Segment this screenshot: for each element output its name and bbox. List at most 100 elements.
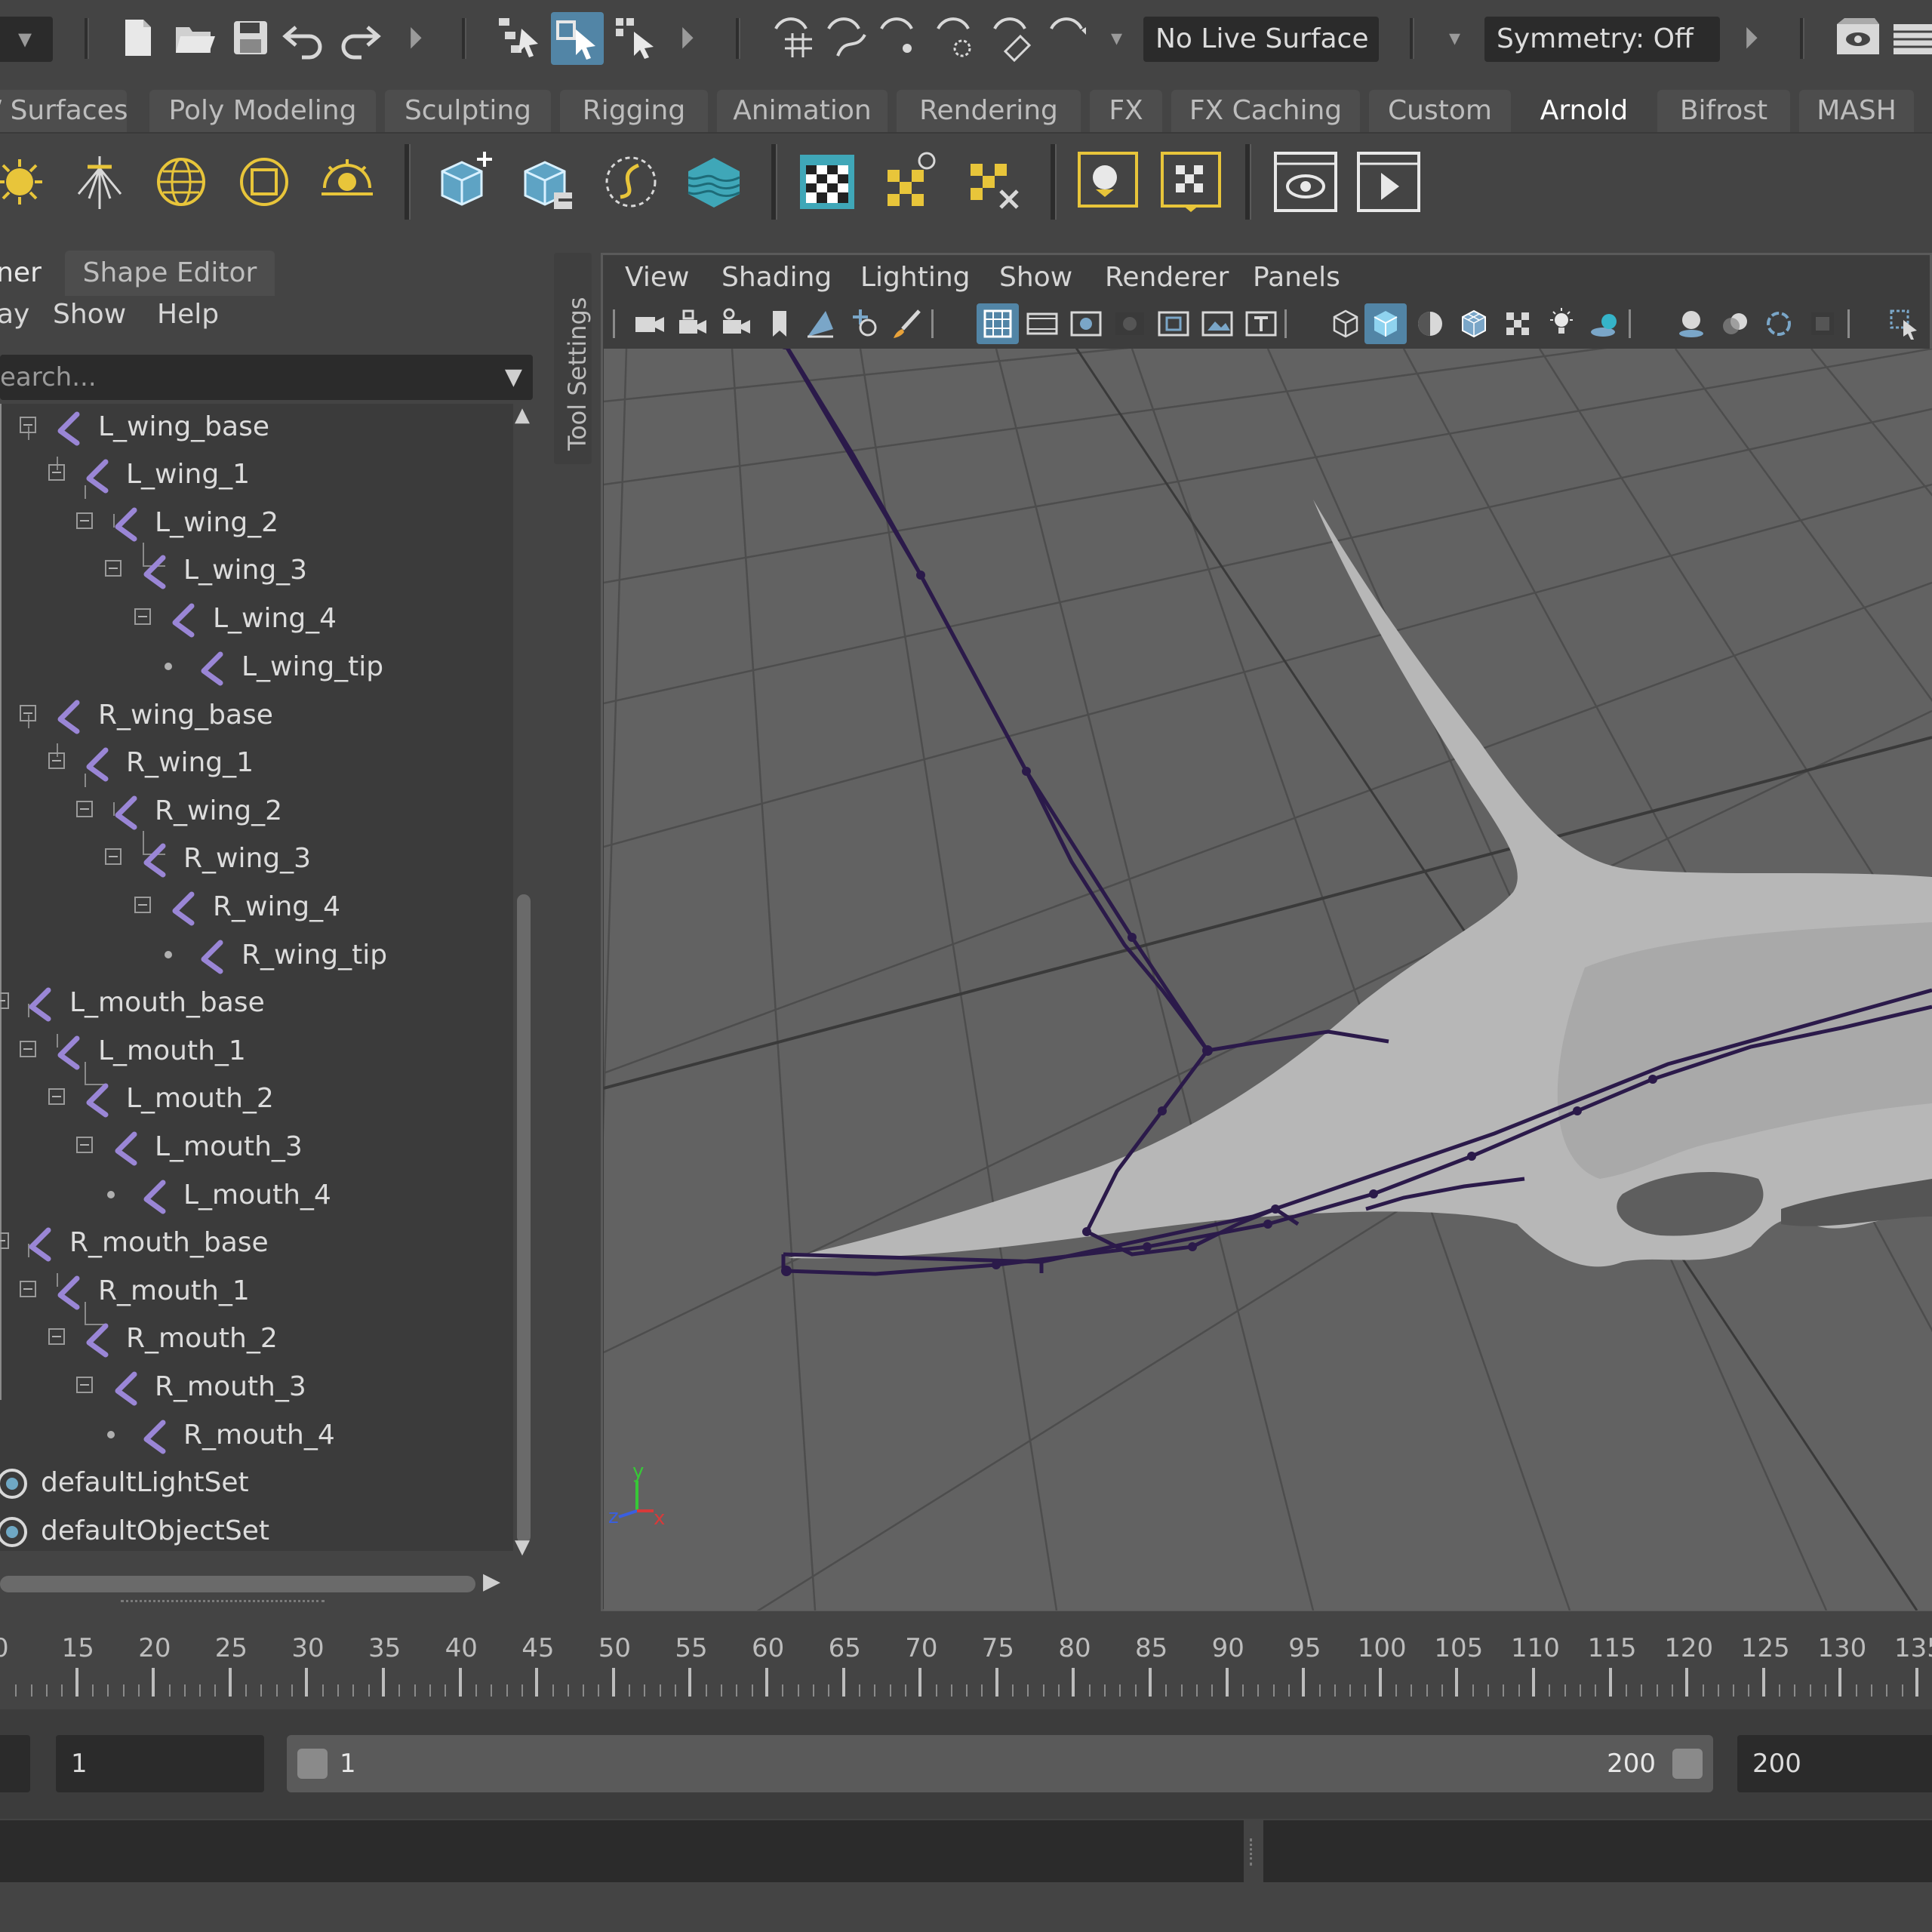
select-by-component-icon[interactable]: [611, 14, 660, 62]
menu-shading[interactable]: Shading: [721, 257, 832, 299]
light-manager-icon[interactable]: [1075, 149, 1141, 215]
undo-icon[interactable]: [279, 14, 328, 62]
range-slider[interactable]: 1 200: [287, 1735, 1713, 1792]
viewport-scene[interactable]: y z x: [604, 349, 1932, 1611]
animation-start-field[interactable]: [0, 1735, 30, 1792]
list-item[interactable]: R_mouth_4: [0, 1412, 513, 1460]
snap-to-projected-center-icon[interactable]: [1045, 14, 1094, 62]
wireframe-on-shaded-icon[interactable]: [1457, 306, 1491, 341]
tab-bifrost[interactable]: Bifrost: [1657, 90, 1790, 132]
list-item[interactable]: R_mouth_base: [0, 1220, 513, 1267]
select-by-hierarchy-icon[interactable]: [494, 14, 543, 62]
smooth-shade-button[interactable]: [1364, 303, 1407, 344]
make-live-icon[interactable]: [989, 14, 1037, 62]
tab-fx[interactable]: FX: [1090, 90, 1162, 132]
snap-to-curve-icon[interactable]: [823, 14, 871, 62]
volume-icon[interactable]: [681, 149, 747, 215]
depth-of-field-icon[interactable]: [1805, 306, 1840, 341]
scrollbar-thumb[interactable]: [517, 894, 531, 1543]
collapse-icon[interactable]: [48, 752, 65, 769]
list-item[interactable]: defaultLightSet: [0, 1460, 513, 1507]
collapse-icon[interactable]: [20, 1281, 36, 1297]
collapse-icon[interactable]: [48, 1088, 65, 1105]
menu-display[interactable]: ay: [0, 291, 29, 339]
anti-aliasing-icon[interactable]: [1761, 306, 1796, 341]
command-line-splitter[interactable]: [1250, 1838, 1255, 1866]
image-plane-icon[interactable]: [803, 306, 838, 341]
select-by-object-button[interactable]: [551, 12, 604, 65]
export-standin-icon[interactable]: [515, 149, 581, 215]
camera-attributes-icon[interactable]: [720, 306, 755, 341]
use-all-lights-icon[interactable]: [1544, 306, 1579, 341]
list-item[interactable]: L_wing_1: [0, 451, 513, 499]
list-item[interactable]: R_mouth_3: [0, 1364, 513, 1411]
snap-options-dropdown[interactable]: ▾: [1111, 17, 1126, 60]
menu-renderer[interactable]: Renderer: [1105, 257, 1229, 299]
tab-arnold[interactable]: Arnold: [1520, 90, 1648, 132]
collapse-icon[interactable]: [105, 560, 122, 577]
live-surface-field[interactable]: No Live Surface: [1143, 17, 1379, 62]
collapse-icon[interactable]: [0, 992, 9, 1009]
list-item[interactable]: L_mouth_1: [0, 1028, 513, 1075]
tool-settings-tab[interactable]: Tool Settings: [554, 253, 592, 464]
field-chart-icon[interactable]: [1156, 306, 1191, 341]
flush-texture-cache-icon[interactable]: [794, 149, 860, 215]
redo-icon[interactable]: [336, 14, 384, 62]
tab-shape-editor[interactable]: Shape Editor: [65, 251, 275, 296]
ambient-occlusion-icon[interactable]: [1674, 306, 1709, 341]
collapse-icon[interactable]: [76, 1377, 93, 1393]
render-view-icon[interactable]: [1834, 14, 1882, 62]
menu-lighting[interactable]: Lighting: [860, 257, 971, 299]
photometric-light-icon[interactable]: [231, 149, 297, 215]
film-gate-icon[interactable]: [1025, 306, 1060, 341]
list-item[interactable]: R_wing_3: [0, 835, 513, 883]
collapse-icon[interactable]: [134, 897, 151, 913]
collapse-arrow-icon[interactable]: ⏵: [679, 17, 694, 60]
open-scene-icon[interactable]: [170, 14, 218, 62]
menu-show[interactable]: Show: [53, 291, 126, 339]
list-item[interactable]: R_wing_1: [0, 740, 513, 787]
create-standin-icon[interactable]: [432, 149, 498, 215]
range-end-handle[interactable]: [1672, 1749, 1703, 1779]
range-start-handle[interactable]: [297, 1749, 328, 1779]
menu-panels[interactable]: Panels: [1253, 257, 1340, 299]
panel-resize-handle[interactable]: [121, 1600, 325, 1604]
collapse-icon[interactable]: [48, 464, 65, 481]
list-item[interactable]: R_wing_base: [0, 692, 513, 740]
gate-mask-icon[interactable]: [1112, 306, 1147, 341]
collapse-icon[interactable]: [20, 417, 36, 433]
list-item[interactable]: L_mouth_4: [0, 1172, 513, 1220]
paint-brush-icon[interactable]: [889, 306, 924, 341]
curve-collector-icon[interactable]: [598, 149, 664, 215]
arnold-render-view-icon[interactable]: [1272, 149, 1339, 215]
collapse-icon[interactable]: [0, 1232, 9, 1249]
physical-sky-icon[interactable]: [314, 149, 380, 215]
playback-end-field[interactable]: 200: [1737, 1735, 1932, 1792]
snap-to-grid-icon[interactable]: [770, 14, 818, 62]
outliner-horizontal-scrollbar[interactable]: ▶: [0, 1568, 500, 1595]
collapse-icon[interactable]: [76, 801, 93, 817]
list-item[interactable]: R_mouth_2: [0, 1315, 513, 1363]
list-item[interactable]: L_mouth_3: [0, 1124, 513, 1171]
list-item[interactable]: L_wing_2: [0, 500, 513, 547]
textured-icon[interactable]: [1500, 306, 1535, 341]
arnold-skydome-light-icon[interactable]: [0, 149, 56, 215]
list-item[interactable]: defaultObjectSet: [0, 1508, 513, 1551]
tab-poly-modeling[interactable]: Poly Modeling: [149, 90, 376, 132]
safe-action-icon[interactable]: [1200, 306, 1235, 341]
snap-to-view-plane-icon[interactable]: [932, 14, 980, 62]
list-item[interactable]: L_mouth_2: [0, 1075, 513, 1123]
menu-help[interactable]: Help: [157, 291, 219, 339]
render-settings-icon[interactable]: [1890, 14, 1932, 62]
list-item[interactable]: R_wing_2: [0, 788, 513, 835]
snap-to-point-icon[interactable]: [875, 14, 924, 62]
scroll-right-icon[interactable]: ▶: [483, 1568, 500, 1595]
search-dropdown-icon[interactable]: ▼: [505, 355, 522, 400]
menu-view[interactable]: View: [625, 257, 689, 299]
shadows-icon[interactable]: [1588, 306, 1623, 341]
list-item[interactable]: L_mouth_base: [0, 980, 513, 1027]
symmetry-dropdown-arrow[interactable]: ▾: [1449, 17, 1464, 60]
list-item[interactable]: L_wing_base: [0, 404, 513, 451]
collapse-icon[interactable]: [48, 1328, 65, 1345]
tab-rendering[interactable]: Rendering: [897, 90, 1081, 132]
